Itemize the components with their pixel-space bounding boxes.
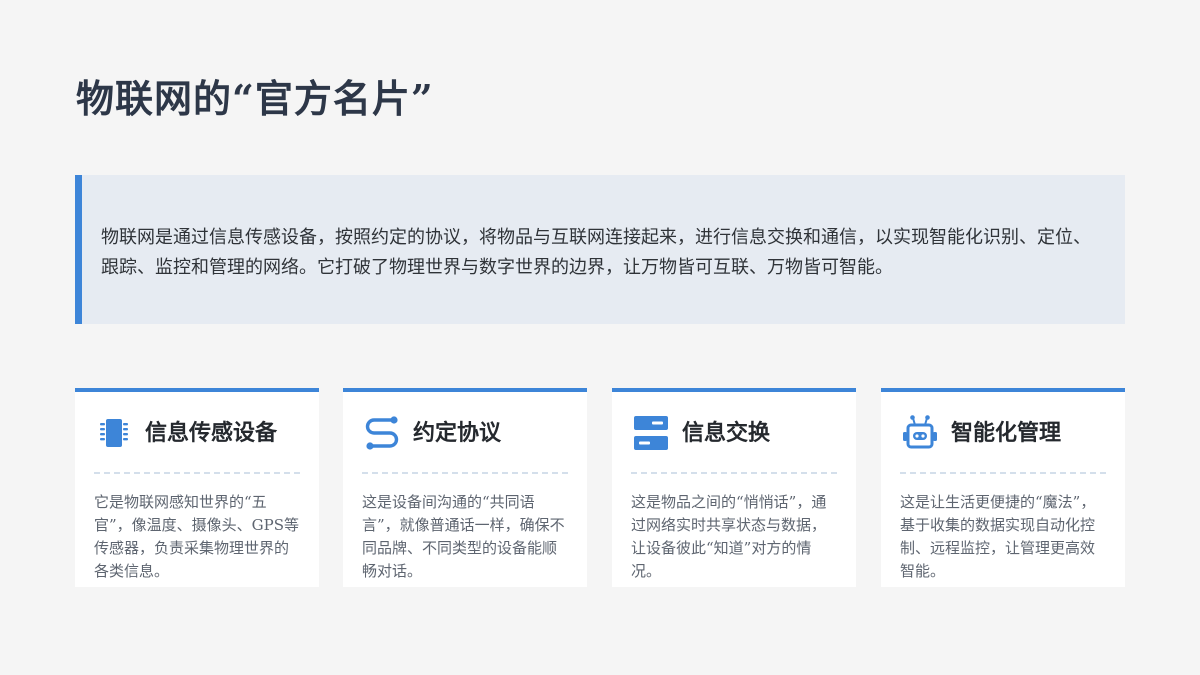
- page-title: 物联网的“官方名片”: [76, 76, 434, 121]
- robot-icon: [900, 413, 940, 453]
- card-header: 约定协议: [362, 392, 568, 474]
- card-sensing-devices: 信息传感设备 它是物联网感知世界的“五官”，像温度、摄像头、GPS等传感器，负责…: [75, 388, 319, 587]
- card-description: 这是设备间沟通的“共同语言”，就像普通话一样，确保不同品牌、不同类型的设备能顺畅…: [362, 493, 565, 580]
- card-title: 信息传感设备: [145, 420, 278, 446]
- card-smart-management: 智能化管理 这是让生活更便捷的“魔法”，基于收集的数据实现自动化控制、远程监控，…: [881, 388, 1125, 587]
- card-description: 它是物联网感知世界的“五官”，像温度、摄像头、GPS等传感器，负责采集物理世界的…: [94, 493, 300, 580]
- card-title: 信息交换: [682, 420, 771, 446]
- definition-text: 物联网是通过信息传感设备，按照约定的协议，将物品与互联网连接起来，进行信息交换和…: [101, 227, 1091, 278]
- card-title: 约定协议: [413, 420, 502, 446]
- server-icon: [631, 413, 671, 453]
- route-icon: [362, 413, 402, 453]
- definition-panel: 物联网是通过信息传感设备，按照约定的协议，将物品与互联网连接起来，进行信息交换和…: [75, 175, 1125, 324]
- card-header: 信息传感设备: [94, 392, 300, 474]
- card-information-exchange: 信息交换 这是物品之间的“悄悄话”，通过网络实时共享状态与数据，让设备彼此“知道…: [612, 388, 856, 587]
- card-header: 智能化管理: [900, 392, 1106, 474]
- chip-icon: [94, 413, 134, 453]
- card-header: 信息交换: [631, 392, 837, 474]
- card-title: 智能化管理: [951, 420, 1062, 446]
- card-description: 这是物品之间的“悄悄话”，通过网络实时共享状态与数据，让设备彼此“知道”对方的情…: [631, 493, 827, 580]
- card-description: 这是让生活更便捷的“魔法”，基于收集的数据实现自动化控制、远程监控，让管理更高效…: [900, 493, 1096, 580]
- card-protocol: 约定协议 这是设备间沟通的“共同语言”，就像普通话一样，确保不同品牌、不同类型的…: [343, 388, 587, 587]
- feature-cards: 信息传感设备 它是物联网感知世界的“五官”，像温度、摄像头、GPS等传感器，负责…: [75, 388, 1125, 587]
